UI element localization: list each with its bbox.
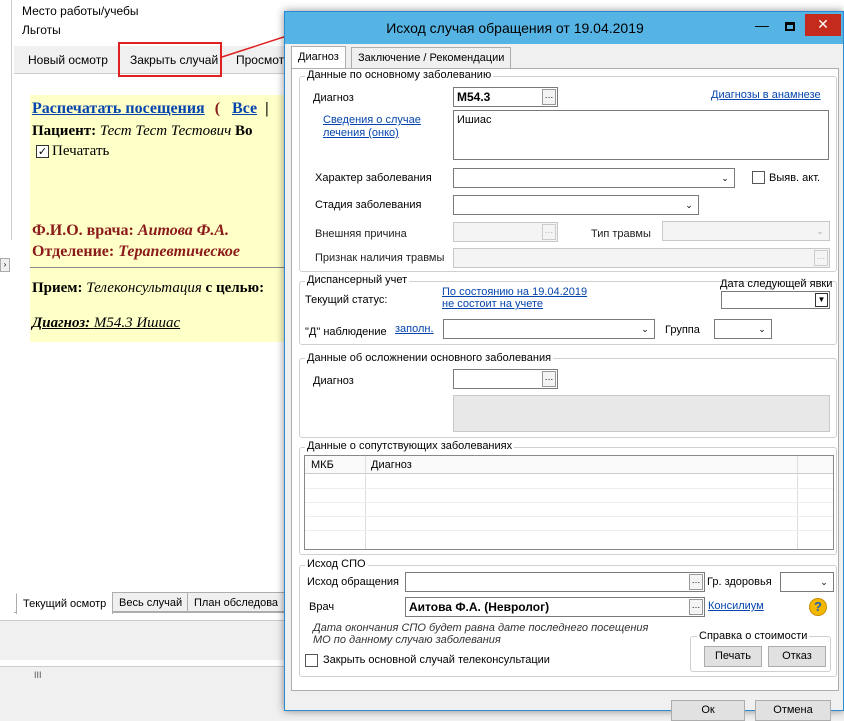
- complication-title: Данные об осложнении основного заболеван…: [305, 352, 554, 364]
- next-visit-date-field[interactable]: ▼: [721, 291, 830, 309]
- tab-diagnosis[interactable]: Диагноз: [291, 46, 346, 69]
- case-outcome-dialog: Исход случая обращения от 19.04.2019 — ✕…: [284, 11, 844, 721]
- dialog-title: Исход случая обращения от 19.04.2019: [386, 20, 644, 36]
- character-label: Характер заболевания: [315, 172, 432, 184]
- group-select[interactable]: ⌄: [714, 319, 772, 339]
- stage-label: Стадия заболевания: [315, 199, 422, 211]
- diagnosis-text-field[interactable]: Ишиас: [453, 110, 829, 160]
- chevron-down-icon: ⌄: [721, 173, 729, 183]
- chevron-down-icon: ⌄: [685, 200, 693, 210]
- observation-label: "Д" наблюдение: [305, 326, 387, 338]
- table-row: [305, 516, 833, 517]
- column-mkb: МКБ: [311, 459, 334, 471]
- table-row: [305, 488, 833, 489]
- diagnosis-code-value: M54.3: [457, 90, 491, 104]
- history-diagnoses-link[interactable]: Диагнозы в анамнезе: [711, 89, 821, 101]
- external-cause-browse-button: …: [542, 224, 556, 240]
- spo-note-line2: МО по данному случаю заболевания: [313, 634, 501, 646]
- stage-select[interactable]: ⌄: [453, 195, 699, 215]
- doctor-field[interactable]: Аитова Ф.А. (Невролог) …: [405, 597, 705, 617]
- help-icon[interactable]: ?: [809, 598, 827, 616]
- table-row: [305, 502, 833, 503]
- calendar-dropdown-icon[interactable]: ▼: [815, 293, 828, 307]
- refuse-button[interactable]: Отказ: [768, 646, 826, 667]
- table-header: МКБ Диагноз: [305, 456, 833, 549]
- comorbid-title: Данные о сопутствующих заболеваниях: [305, 440, 515, 452]
- main-disease-title: Данные по основному заболеванию: [305, 69, 494, 81]
- complication-diagnosis-label: Диагноз: [313, 375, 354, 387]
- outcome-title: Исход СПО: [305, 558, 368, 570]
- onco-info-link[interactable]: Сведения о случае лечения (онко): [323, 114, 433, 140]
- table-row: [305, 530, 833, 531]
- close-teleconsult-checkbox[interactable]: [305, 654, 318, 667]
- column-diagnosis: Диагноз: [371, 459, 412, 471]
- print-button[interactable]: Печать: [704, 646, 762, 667]
- minimize-icon[interactable]: —: [747, 14, 777, 36]
- doctor-value: Аитова Ф.А. (Невролог): [409, 600, 550, 614]
- outcome-browse-button[interactable]: …: [689, 574, 703, 590]
- cancel-button[interactable]: Отмена: [755, 700, 831, 721]
- diagnosis-code-field[interactable]: M54.3 …: [453, 87, 558, 107]
- outcome-label: Исход обращения: [307, 576, 400, 588]
- next-visit-label: Дата следующей явки: [720, 278, 833, 290]
- group-label: Группа: [665, 324, 700, 336]
- spo-note-line1: Дата окончания СПО будет равна дате посл…: [313, 622, 649, 634]
- maximize-icon[interactable]: [775, 14, 805, 36]
- status-date-link[interactable]: По состоянию на 19.04.2019: [442, 286, 587, 298]
- detected-active-label: Выяв. акт.: [769, 172, 821, 184]
- complication-browse-button[interactable]: …: [542, 371, 556, 387]
- injury-type-select: ⌄: [662, 221, 830, 241]
- chevron-down-icon: ⌄: [758, 324, 766, 334]
- injury-sign-label: Признак наличия травмы: [315, 252, 445, 264]
- status-label: Текущий статус:: [305, 294, 388, 306]
- external-cause-field: …: [453, 222, 558, 242]
- health-group-select[interactable]: ⌄: [780, 572, 834, 592]
- status-value-link[interactable]: не состоит на учете: [442, 298, 543, 310]
- ok-button[interactable]: Ок: [671, 700, 745, 721]
- health-group-label: Гр. здоровья: [707, 576, 772, 588]
- injury-sign-browse-button: …: [814, 250, 828, 266]
- close-teleconsult-label: Закрыть основной случай телеконсультации: [323, 654, 550, 666]
- consilium-link[interactable]: Консилиум: [708, 600, 764, 612]
- character-select[interactable]: ⌄: [453, 168, 735, 188]
- chevron-down-icon: ⌄: [641, 324, 649, 334]
- outcome-field[interactable]: …: [405, 572, 705, 592]
- injury-type-label: Тип травмы: [591, 228, 651, 240]
- chevron-down-icon: ⌄: [816, 226, 824, 236]
- external-cause-label: Внешняя причина: [315, 228, 407, 240]
- doctor-browse-button[interactable]: …: [689, 599, 703, 615]
- tab-conclusion[interactable]: Заключение / Рекомендации: [351, 47, 512, 69]
- complication-text-field: [453, 395, 830, 432]
- diagnosis-browse-button[interactable]: …: [542, 89, 556, 105]
- observation-select[interactable]: ⌄: [443, 319, 655, 339]
- cost-title: Справка о стоимости: [697, 630, 810, 642]
- comorbid-table[interactable]: МКБ Диагноз: [304, 455, 834, 550]
- detected-active-checkbox[interactable]: [752, 171, 765, 184]
- chevron-down-icon: ⌄: [820, 577, 828, 587]
- fill-link[interactable]: заполн.: [395, 323, 434, 335]
- dialog-titlebar[interactable]: Исход случая обращения от 19.04.2019 — ✕: [285, 12, 843, 44]
- diagnosis-label: Диагноз: [313, 92, 354, 104]
- injury-sign-field: …: [453, 248, 830, 268]
- complication-diagnosis-field[interactable]: …: [453, 369, 558, 389]
- close-icon[interactable]: ✕: [805, 14, 841, 36]
- text-cursor: [514, 88, 515, 106]
- diagnosis-text-value: Ишиас: [457, 114, 492, 126]
- dispensary-title: Диспансерный учет: [305, 274, 410, 286]
- doctor-label: Врач: [309, 601, 335, 613]
